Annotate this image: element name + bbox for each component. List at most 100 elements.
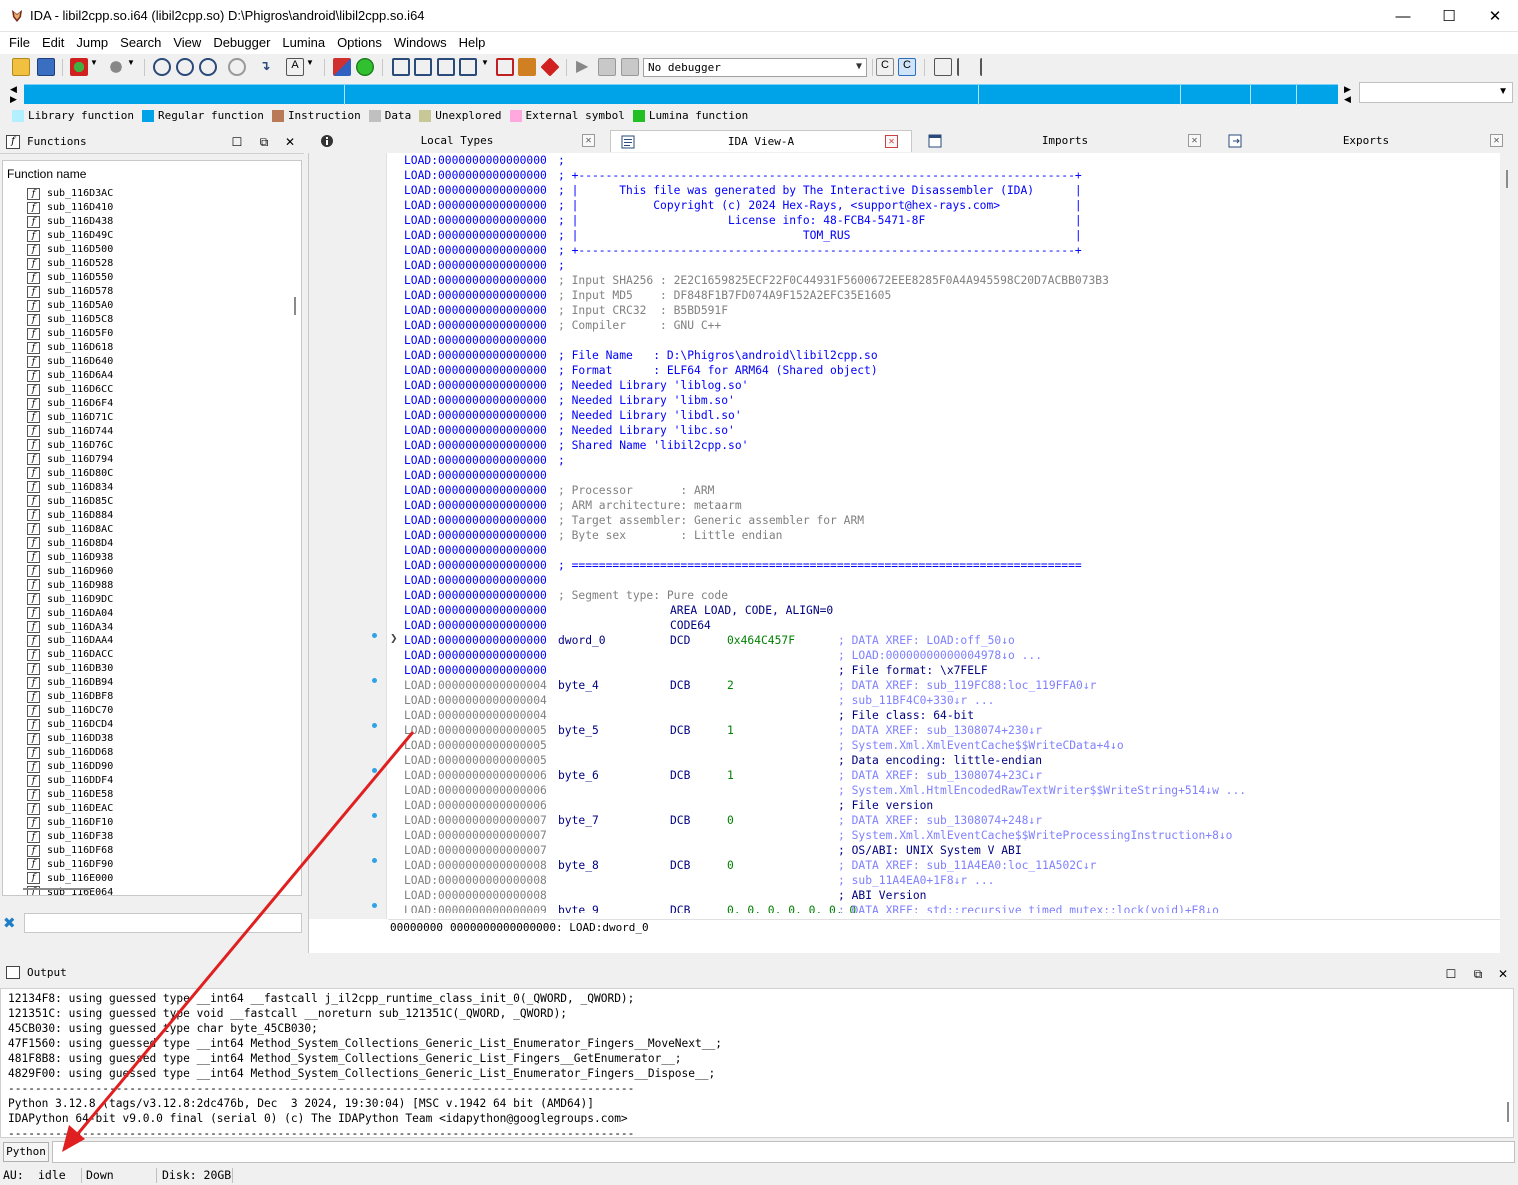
menu-search[interactable]: Search [114, 32, 167, 54]
menu-jump[interactable]: Jump [70, 32, 114, 54]
listing-line[interactable]: LOAD:0000000000000000 [404, 543, 1494, 558]
menu-edit[interactable]: Edit [36, 32, 70, 54]
dropdown-arrow-icon[interactable]: ▼ [90, 58, 100, 76]
close-tab-icon[interactable]: ✕ [1490, 134, 1503, 147]
function-list-item[interactable]: f sub_116D8D4 [27, 536, 113, 550]
function-list-item[interactable]: f sub_116DE58 [27, 788, 113, 802]
python-language-button[interactable]: Python [3, 1142, 49, 1162]
code-icon[interactable] [333, 58, 351, 76]
debugger-select[interactable]: No debugger ▼ [643, 58, 867, 77]
function-list-item[interactable]: f sub_116D834 [27, 480, 113, 494]
function-list-item[interactable]: f sub_116D5A0 [27, 299, 113, 313]
open-folder-icon[interactable] [12, 58, 30, 76]
function-list-item[interactable]: f sub_116D5C8 [27, 313, 113, 327]
tab-local-types[interactable]: Local Types ✕ [310, 130, 604, 152]
listing-line[interactable]: LOAD:0000000000000008 ; ABI Version [404, 888, 1494, 903]
listing-scrollbar[interactable] [1506, 170, 1508, 188]
stop-icon[interactable] [621, 58, 639, 76]
close-panel-icon[interactable]: ✕ [1495, 966, 1511, 982]
listing-line[interactable]: LOAD:0000000000000009 byte_9 DCB 0, 0, 0, 0… [404, 903, 1494, 913]
function-list-item[interactable]: f sub_116D528 [27, 257, 113, 271]
listing-line[interactable]: LOAD:0000000000000000 ; Shared Name 'libi… [404, 438, 1494, 453]
menu-options[interactable]: Options [331, 32, 388, 54]
menu-lumina[interactable]: Lumina [276, 32, 331, 54]
function-list-item[interactable]: f sub_116D5F0 [27, 327, 113, 341]
function-list-item[interactable]: f sub_116D8AC [27, 522, 113, 536]
outline-icon[interactable] [980, 58, 998, 76]
jump-arrow-icon[interactable]: ↴ [256, 58, 274, 76]
function-list-item[interactable]: f sub_116DF90 [27, 858, 113, 872]
listing-line[interactable]: LOAD:0000000000000000 ; | This file was g… [404, 183, 1494, 198]
function-list-item[interactable]: f sub_116DD38 [27, 732, 113, 746]
function-list-item[interactable]: f sub_116D6A4 [27, 369, 113, 383]
listing-line[interactable]: LOAD:0000000000000000 ; Input MD5 : DF848… [404, 288, 1494, 303]
proximity-view-icon[interactable] [228, 58, 246, 76]
listing-line[interactable]: LOAD:0000000000000000 ; Needed Library 'l… [404, 378, 1494, 393]
function-list-item[interactable]: f sub_116D938 [27, 550, 113, 564]
menu-debugger[interactable]: Debugger [207, 32, 276, 54]
output-text[interactable]: 12134F8: using guessed type __int64 __fa… [0, 988, 1514, 1140]
tab-exports[interactable]: Exports ✕ [1218, 130, 1514, 152]
listing-line[interactable]: LOAD:0000000000000007 ; OS/ABI: UNIX Syst… [404, 843, 1494, 858]
nav-scroll-right-icon[interactable]: ▶ ◀ [1344, 84, 1351, 104]
list-icon[interactable] [957, 58, 975, 76]
listing-line[interactable]: LOAD:0000000000000004 ; File class: 64-bi… [404, 708, 1494, 723]
breakpoint-icon[interactable] [496, 58, 514, 76]
function-list-item[interactable]: f sub_116DA34 [27, 620, 113, 634]
listing-line[interactable]: LOAD:0000000000000000 ; Needed Library 'l… [404, 408, 1494, 423]
function-list-item[interactable]: f sub_116DB30 [27, 662, 113, 676]
listing-line[interactable]: LOAD:0000000000000006 ; System.Xml.HtmlEn… [404, 783, 1494, 798]
stop-sign-icon[interactable] [540, 57, 560, 77]
listing-line[interactable]: LOAD:0000000000000000 ; Compiler : GNU C+… [404, 318, 1494, 333]
listing-line[interactable]: LOAD:0000000000000000 ; Needed Library 'l… [404, 393, 1494, 408]
arrows-gutter[interactable]: ❯ [309, 153, 398, 919]
listing-line[interactable]: LOAD:0000000000000005 ; Data encoding: li… [404, 753, 1494, 768]
function-list-item[interactable]: f sub_116DEAC [27, 802, 113, 816]
play-icon[interactable]: ▶ [576, 58, 594, 76]
sync-icon[interactable]: C [876, 58, 894, 76]
function-list-item[interactable]: f sub_116DB94 [27, 676, 113, 690]
function-list-item[interactable]: f sub_116D9DC [27, 592, 113, 606]
listing-line[interactable]: LOAD:0000000000000000 ; Target assembler:… [404, 513, 1494, 528]
listing-line[interactable]: LOAD:0000000000000006 byte_6 DCB 1 ; DATA XR… [404, 768, 1494, 783]
function-list-item[interactable]: f sub_116D500 [27, 243, 113, 257]
close-panel-icon[interactable]: ✕ [282, 134, 298, 150]
close-tab-icon[interactable]: ✕ [885, 135, 898, 148]
function-list-item[interactable]: f sub_116D550 [27, 271, 113, 285]
functions-filter-input[interactable] [24, 913, 302, 933]
function-list-item[interactable]: f sub_116DACC [27, 648, 113, 662]
nav-scroll-left-icon[interactable]: ◀ ▶ [10, 84, 17, 104]
function-list-item[interactable]: f sub_116D80C [27, 466, 113, 480]
nav-select[interactable]: ▼ [1359, 82, 1513, 103]
listing-line[interactable]: LOAD:0000000000000000 dword_0 DCD 0x464C457… [404, 633, 1494, 648]
pause-icon[interactable] [598, 58, 616, 76]
listing-line[interactable]: LOAD:0000000000000007 byte_7 DCB 0 ; DATA XR… [404, 813, 1494, 828]
structures-icon[interactable] [437, 58, 455, 76]
segments-icon[interactable] [459, 58, 477, 76]
maximize-panel-icon[interactable]: ☐ [229, 134, 245, 150]
functions-list[interactable]: Function name f sub_116D3AC f sub_116D410 f s… [2, 160, 302, 896]
dropdown-arrow-icon[interactable]: ▼ [127, 58, 137, 76]
save-icon[interactable] [37, 58, 55, 76]
function-list-item[interactable]: f sub_116DD90 [27, 760, 113, 774]
functions-horizontal-scrollbar[interactable] [3, 883, 289, 895]
listing-line[interactable]: LOAD:0000000000000008 byte_8 DCB 0 ; DATA XR… [404, 858, 1494, 873]
listing-line[interactable]: LOAD:0000000000000000 ; Segment type: Pur… [404, 588, 1494, 603]
function-list-item[interactable]: f sub_116D578 [27, 285, 113, 299]
tab-imports[interactable]: Imports ✕ [918, 130, 1212, 152]
float-panel-icon[interactable]: ⧉ [1470, 966, 1486, 982]
menu-file[interactable]: File [3, 32, 36, 54]
function-list-item[interactable]: f sub_116D410 [27, 201, 113, 215]
listing-line[interactable]: LOAD:0000000000000000 ; Needed Library 'l… [404, 423, 1494, 438]
function-list-item[interactable]: f sub_116D794 [27, 452, 113, 466]
function-list-item[interactable]: f sub_116D49C [27, 229, 113, 243]
function-list-item[interactable]: f sub_116D884 [27, 508, 113, 522]
listing-line[interactable]: LOAD:0000000000000000 [404, 333, 1494, 348]
hex-view-icon[interactable] [153, 58, 171, 76]
menu-help[interactable]: Help [453, 32, 492, 54]
listing-line[interactable]: LOAD:0000000000000000 ; +----------------… [404, 243, 1494, 258]
listing-line[interactable]: LOAD:0000000000000000 ; File Name : D:\Ph… [404, 348, 1494, 363]
listing-line[interactable]: LOAD:0000000000000000 ; | TOM_RUS | [404, 228, 1494, 243]
listing-line[interactable]: LOAD:0000000000000004 ; sub_11BF4C0+330↓r… [404, 693, 1494, 708]
listing-line[interactable]: LOAD:0000000000000000; [404, 258, 1494, 273]
